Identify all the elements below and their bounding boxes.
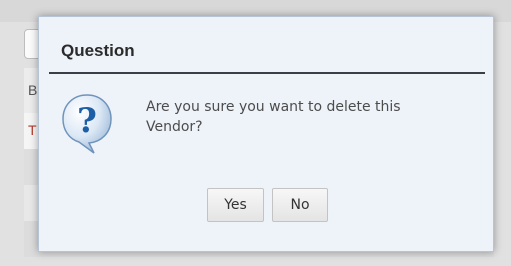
no-button[interactable]: No xyxy=(272,188,328,222)
dialog-message-line: Vendor? xyxy=(146,119,203,135)
dialog-title-divider xyxy=(49,72,485,74)
dialog-message-line: Are you sure you want to delete this xyxy=(146,99,401,115)
dialog-title: Question xyxy=(61,41,135,60)
svg-text:?: ? xyxy=(77,101,97,141)
confirm-delete-dialog: Question ? Are you sure you want to dele… xyxy=(38,16,494,252)
yes-button[interactable]: Yes xyxy=(207,188,264,222)
question-icon: ? xyxy=(62,94,112,154)
background-row-label: B xyxy=(28,82,38,98)
background-row-label: T xyxy=(28,122,37,138)
dialog-message: Are you sure you want to delete this Ven… xyxy=(146,97,466,137)
